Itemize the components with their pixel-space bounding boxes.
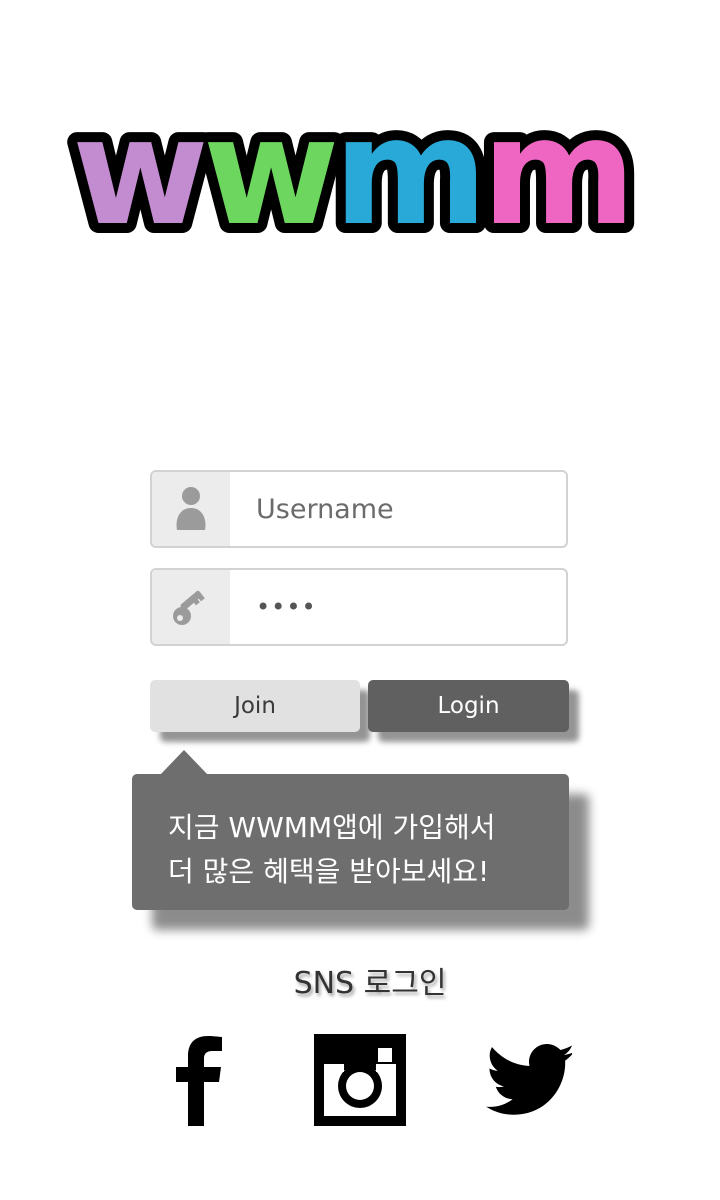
facebook-icon[interactable] [172, 1034, 224, 1126]
logo-letter: m [482, 95, 630, 255]
key-icon [152, 570, 230, 644]
svg-text:wwmm: wwmm [72, 95, 630, 255]
login-button[interactable]: Login [368, 680, 569, 732]
twitter-icon[interactable] [486, 1044, 574, 1116]
logo-letter: m [333, 95, 481, 255]
tooltip-line-1: 지금 WWMM앱에 가입해서 [168, 811, 496, 844]
login-screen: wwmm wwmm •••• [0, 0, 720, 1200]
username-field[interactable] [150, 470, 568, 548]
password-input[interactable]: •••• [230, 570, 566, 644]
password-value: •••• [256, 593, 317, 621]
user-icon [152, 472, 230, 546]
instagram-icon[interactable] [314, 1034, 406, 1126]
wwmm-logo: wwmm wwmm [60, 95, 670, 255]
logo-letter: w [203, 95, 335, 255]
password-field[interactable]: •••• [150, 568, 568, 646]
username-input[interactable] [230, 472, 566, 546]
join-tooltip: 지금 WWMM앱에 가입해서 더 많은 혜택을 받아보세요! [132, 774, 569, 910]
join-button[interactable]: Join [150, 680, 360, 732]
tooltip-arrow [160, 750, 208, 775]
sns-login-title: SNS 로그인 [293, 966, 447, 1001]
tooltip-line-2: 더 많은 혜택을 받아보세요! [168, 855, 490, 888]
logo-letter: w [72, 95, 204, 255]
